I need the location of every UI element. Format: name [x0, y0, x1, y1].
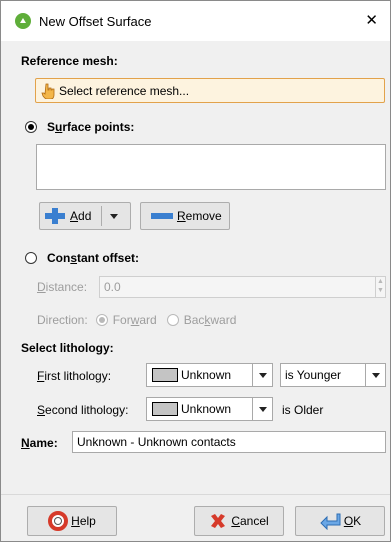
- remove-button[interactable]: Remove: [140, 202, 230, 230]
- add-label: Add: [70, 209, 92, 223]
- second-lithology-swatch: [152, 402, 178, 416]
- distance-field[interactable]: 0.0 ▲ ▼: [99, 276, 386, 298]
- relation-select[interactable]: is Younger: [280, 363, 386, 387]
- surface-points-radio-row[interactable]: Surface points:: [25, 120, 134, 134]
- first-lithology-select[interactable]: Unknown: [146, 363, 273, 387]
- ok-label: OK: [343, 514, 362, 528]
- minus-icon: [151, 213, 173, 219]
- name-input[interactable]: Unknown - Unknown contacts: [72, 431, 386, 453]
- select-lithology-label: Select lithology:: [21, 341, 114, 355]
- plus-icon: [45, 208, 65, 224]
- chevron-down-icon[interactable]: [110, 213, 119, 219]
- help-button[interactable]: Help: [27, 506, 117, 536]
- reference-mesh-label: Reference mesh:: [21, 54, 118, 68]
- forward-label: Forward: [112, 313, 157, 327]
- add-button[interactable]: Add: [39, 202, 131, 230]
- distance-value: 0.0: [104, 280, 121, 294]
- cancel-x-icon: [211, 514, 226, 528]
- hand-pointer-icon: [41, 83, 55, 99]
- dialog-window: New Offset Surface ✕ Reference mesh: Sel…: [0, 0, 391, 542]
- remove-label: Remove: [177, 209, 222, 223]
- first-lithology-label: First lithology:: [37, 369, 112, 383]
- surface-points-label: Surface points:: [47, 120, 135, 134]
- lifebuoy-icon: [48, 511, 69, 531]
- select-reference-mesh-label: Select reference mesh...: [59, 83, 190, 98]
- constant-offset-radio[interactable]: [25, 252, 37, 264]
- second-lithology-value: Unknown: [181, 402, 232, 416]
- chevron-down-icon[interactable]: [258, 406, 267, 412]
- close-icon[interactable]: ✕: [365, 11, 378, 29]
- cancel-label: Cancel: [231, 514, 269, 528]
- name-value: Unknown - Unknown contacts: [77, 435, 236, 449]
- backward-radio[interactable]: [166, 314, 179, 326]
- surface-points-radio[interactable]: [25, 121, 37, 133]
- chevron-down-icon[interactable]: [258, 372, 267, 378]
- distance-label: Distance:: [37, 280, 88, 294]
- backward-label: Backward: [183, 313, 237, 327]
- surface-points-list[interactable]: [36, 144, 386, 190]
- direction-row: Direction: Forward Backward: [37, 313, 236, 327]
- second-lithology-select[interactable]: Unknown: [146, 397, 273, 421]
- first-lithology-swatch: [152, 368, 178, 382]
- title-bar: New Offset Surface ✕: [1, 1, 390, 41]
- leapfrog-app-icon: [15, 13, 31, 29]
- footer-divider: [1, 494, 390, 495]
- second-lithology-label: Second lithology:: [37, 403, 129, 417]
- name-label: Name:: [21, 436, 58, 450]
- forward-radio[interactable]: [95, 314, 108, 326]
- ok-button[interactable]: OK: [295, 506, 385, 536]
- relation-value: is Younger: [285, 368, 342, 382]
- help-label: Help: [71, 514, 96, 528]
- constant-offset-label: Constant offset:: [47, 251, 140, 265]
- second-relation-label: is Older: [282, 403, 324, 417]
- distance-spinner[interactable]: ▲ ▼: [375, 277, 385, 297]
- window-title: New Offset Surface: [39, 13, 152, 29]
- select-reference-mesh-button[interactable]: Select reference mesh...: [35, 78, 385, 103]
- enter-arrow-icon: [320, 513, 341, 530]
- first-lithology-value: Unknown: [181, 368, 232, 382]
- constant-offset-radio-row[interactable]: Constant offset:: [25, 251, 139, 265]
- cancel-button[interactable]: Cancel: [194, 506, 284, 536]
- chevron-down-icon[interactable]: [371, 372, 380, 378]
- direction-label: Direction:: [37, 313, 88, 327]
